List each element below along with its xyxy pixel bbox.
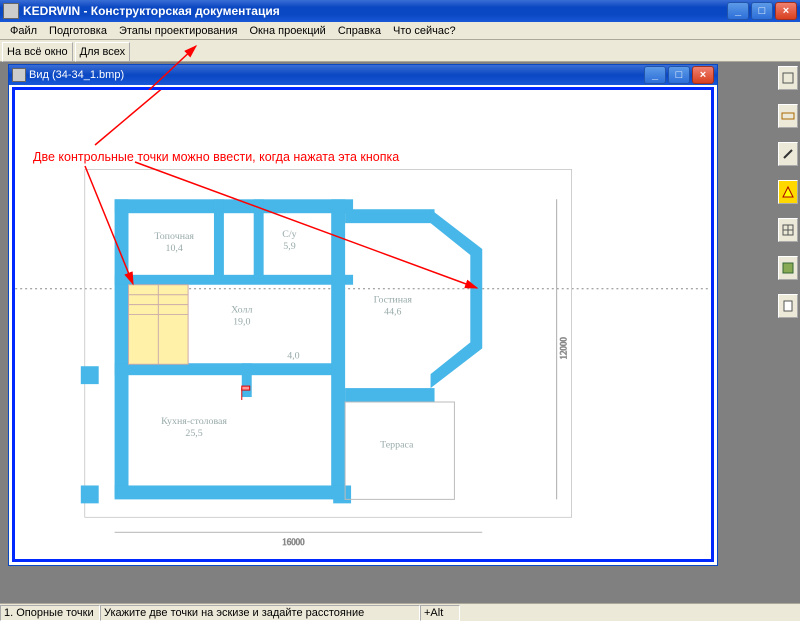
- main-titlebar: KEDRWIN - Конструкторская документация _…: [0, 0, 800, 22]
- close-button[interactable]: ×: [775, 2, 797, 20]
- svg-text:12000: 12000: [559, 337, 569, 360]
- right-tool-2[interactable]: [778, 104, 798, 128]
- work-area: Вид (34-34_1.bmp) _ □ ×: [0, 62, 800, 603]
- status-bar: 1. Опорные точки Укажите две точки на эс…: [0, 603, 800, 621]
- child-close[interactable]: ×: [692, 66, 714, 84]
- app-title: KEDRWIN - Конструкторская документация: [23, 4, 727, 18]
- status-cell-3: +Alt: [420, 605, 460, 621]
- for-all-button[interactable]: Для всех: [75, 42, 130, 62]
- svg-text:Топочная: Топочная: [154, 231, 194, 242]
- menu-whatnow[interactable]: Что сейчас?: [387, 24, 462, 38]
- svg-text:5,9: 5,9: [283, 241, 295, 252]
- child-maximize[interactable]: □: [668, 66, 690, 84]
- svg-text:25,5: 25,5: [185, 428, 202, 439]
- menu-bar: Файл Подготовка Этапы проектирования Окн…: [0, 22, 800, 40]
- right-tool-1[interactable]: [778, 66, 798, 90]
- grid-icon: [781, 223, 795, 237]
- svg-text:Гостиная: Гостиная: [374, 295, 413, 306]
- child-title: Вид (34-34_1.bmp): [29, 69, 644, 81]
- svg-text:19,0: 19,0: [233, 317, 250, 328]
- maximize-button[interactable]: □: [751, 2, 773, 20]
- svg-text:Терраса: Терраса: [380, 440, 414, 451]
- child-icon: [12, 68, 26, 82]
- window-buttons: _ □ ×: [727, 2, 797, 20]
- app-icon: [3, 3, 19, 19]
- child-minimize[interactable]: _: [644, 66, 666, 84]
- child-titlebar: Вид (34-34_1.bmp) _ □ ×: [9, 65, 717, 85]
- right-toolbar: [778, 62, 800, 318]
- status-cell-1: 1. Опорные точки: [0, 605, 100, 621]
- svg-text:44,6: 44,6: [384, 307, 401, 318]
- svg-text:10,4: 10,4: [166, 243, 183, 254]
- child-body[interactable]: Топочная 10,4 С/у 5,9 Холл 19,0 Гостиная…: [12, 87, 714, 562]
- minimize-button[interactable]: _: [727, 2, 749, 20]
- full-window-button[interactable]: На всё окно: [2, 42, 73, 62]
- right-tool-6[interactable]: [778, 256, 798, 280]
- page-icon: [781, 299, 795, 313]
- stairs: [129, 285, 189, 364]
- right-tool-5[interactable]: [778, 218, 798, 242]
- svg-text:Холл: Холл: [231, 305, 252, 316]
- child-window: Вид (34-34_1.bmp) _ □ ×: [8, 64, 718, 566]
- menu-projwin[interactable]: Окна проекций: [244, 24, 332, 38]
- hammer-icon: [781, 147, 795, 161]
- svg-text:Кухня-столовая: Кухня-столовая: [161, 416, 227, 427]
- menu-help[interactable]: Справка: [332, 24, 387, 38]
- menu-prep[interactable]: Подготовка: [43, 24, 113, 38]
- save-icon: [781, 261, 795, 275]
- annotation-text: Две контрольные точки можно ввести, когд…: [33, 150, 399, 164]
- ruler-icon: [781, 109, 795, 123]
- right-tool-4[interactable]: [778, 180, 798, 204]
- svg-text:С/у: С/у: [282, 229, 296, 240]
- warning-icon: [781, 185, 795, 199]
- doc-icon: [781, 71, 795, 85]
- right-tool-3[interactable]: [778, 142, 798, 166]
- svg-text:4,0: 4,0: [287, 350, 299, 361]
- menu-stages[interactable]: Этапы проектирования: [113, 24, 244, 38]
- right-tool-7[interactable]: [778, 294, 798, 318]
- status-cell-2: Укажите две точки на эскизе и задайте ра…: [100, 605, 420, 621]
- svg-text:16000: 16000: [282, 537, 305, 547]
- menu-file[interactable]: Файл: [4, 24, 43, 38]
